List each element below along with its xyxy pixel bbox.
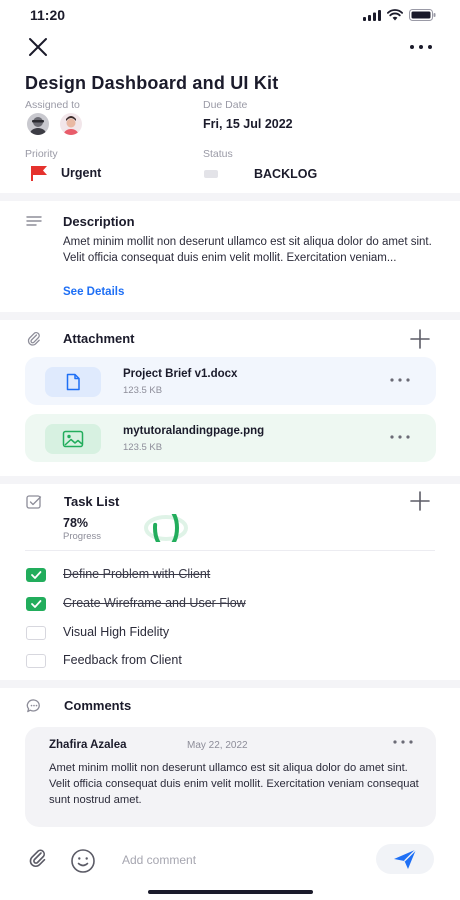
avatar-image: [60, 113, 82, 135]
document-icon: [66, 373, 80, 391]
task-label: Define Problem with Client: [63, 567, 211, 581]
status-swatch: [204, 170, 218, 178]
signal-icon: [363, 9, 381, 21]
home-indicator: [148, 890, 313, 894]
attachment-size: 123.5 KB: [123, 442, 163, 453]
section-divider: [0, 476, 460, 484]
checkbox-unchecked[interactable]: [26, 654, 46, 668]
close-icon[interactable]: [26, 35, 50, 59]
progress-label: Progress: [63, 531, 102, 542]
section-divider: [0, 312, 460, 320]
checkbox-checked[interactable]: [26, 568, 46, 582]
task-label: Create Wireframe and User Flow: [63, 596, 246, 610]
attachment-name: Project Brief v1.docx: [123, 368, 238, 380]
attachment-name: mytutoralandingpage.png: [123, 425, 265, 437]
task-separator: [25, 550, 435, 551]
task-label: Visual High Fidelity: [63, 625, 170, 639]
section-divider: [0, 680, 460, 688]
attachment-card[interactable]: Project Brief v1.docx 123.5 KB: [25, 357, 436, 405]
task-item[interactable]: Visual High Fidelity: [25, 624, 425, 644]
description-text: Amet minim mollit non deserunt ullamco e…: [63, 236, 432, 264]
comment-date: May 22, 2022: [187, 740, 248, 751]
check-icon: [31, 600, 42, 608]
attachment-card[interactable]: mytutoralandingpage.png 123.5 KB: [25, 414, 436, 462]
priority-label: Priority: [25, 148, 58, 160]
progress-ring: [144, 514, 188, 542]
image-icon: [62, 430, 84, 448]
see-details-link[interactable]: See Details: [63, 286, 124, 298]
attachment-icon-box: [45, 424, 101, 454]
checklist-icon: [26, 495, 42, 509]
emoji-icon[interactable]: [70, 848, 96, 874]
paperclip-icon: [27, 331, 40, 346]
attach-file-icon[interactable]: [28, 848, 48, 870]
section-divider: [0, 193, 460, 201]
checkbox-checked[interactable]: [26, 597, 46, 611]
progress-value: 78%: [63, 516, 89, 530]
attachment-more-icon[interactable]: [389, 432, 411, 442]
due-date-label: Due Date: [203, 99, 248, 111]
status-value[interactable]: BACKLOG: [254, 167, 317, 181]
avatar[interactable]: [60, 113, 82, 135]
attachment-more-icon[interactable]: [389, 375, 411, 385]
top-nav: [0, 30, 460, 60]
comment-more-icon[interactable]: [392, 737, 414, 747]
status-time: 11:20: [30, 7, 66, 23]
task-label: Feedback from Client: [63, 653, 182, 667]
comment-text: Amet minim mollit non deserunt ullamco e…: [49, 762, 419, 806]
battery-icon: [409, 9, 436, 21]
comments-title: Comments: [64, 698, 132, 713]
comment-composer: [0, 840, 460, 878]
wifi-icon: [387, 9, 403, 21]
task-item[interactable]: Define Problem with Client: [25, 566, 425, 586]
comment-card: Zhafira Azalea May 22, 2022 Amet minim m…: [25, 727, 436, 827]
status-icons: [363, 9, 436, 21]
task-item[interactable]: Feedback from Client: [25, 652, 425, 672]
text-lines-icon: [26, 216, 42, 226]
comment-author: Zhafira Azalea: [49, 739, 127, 751]
send-button[interactable]: [376, 844, 434, 874]
attachment-icon-box: [45, 367, 101, 397]
avatar-image: [27, 113, 49, 135]
comment-input[interactable]: [122, 851, 352, 869]
task-item[interactable]: Create Wireframe and User Flow: [25, 595, 425, 615]
assigned-label: Assigned to: [25, 99, 80, 111]
checkbox-unchecked[interactable]: [26, 626, 46, 640]
send-icon: [394, 849, 417, 869]
status-label: Status: [203, 148, 233, 160]
attachment-title: Attachment: [63, 331, 135, 346]
avatar[interactable]: [27, 113, 49, 135]
description-title: Description: [63, 214, 135, 229]
add-task-icon[interactable]: [408, 489, 432, 513]
flag-icon: [31, 166, 47, 181]
add-attachment-icon[interactable]: [408, 327, 432, 351]
task-title: Design Dashboard and UI Kit: [25, 73, 279, 93]
comment-bubble-icon: [26, 699, 40, 713]
attachment-size: 123.5 KB: [123, 385, 163, 396]
due-date-value: Fri, 15 Jul 2022: [203, 117, 293, 131]
check-icon: [31, 571, 42, 579]
status-bar: 11:20: [0, 0, 460, 30]
task-list-title: Task List: [64, 494, 120, 509]
priority-value: Urgent: [61, 166, 102, 180]
more-options-icon[interactable]: [408, 35, 434, 59]
